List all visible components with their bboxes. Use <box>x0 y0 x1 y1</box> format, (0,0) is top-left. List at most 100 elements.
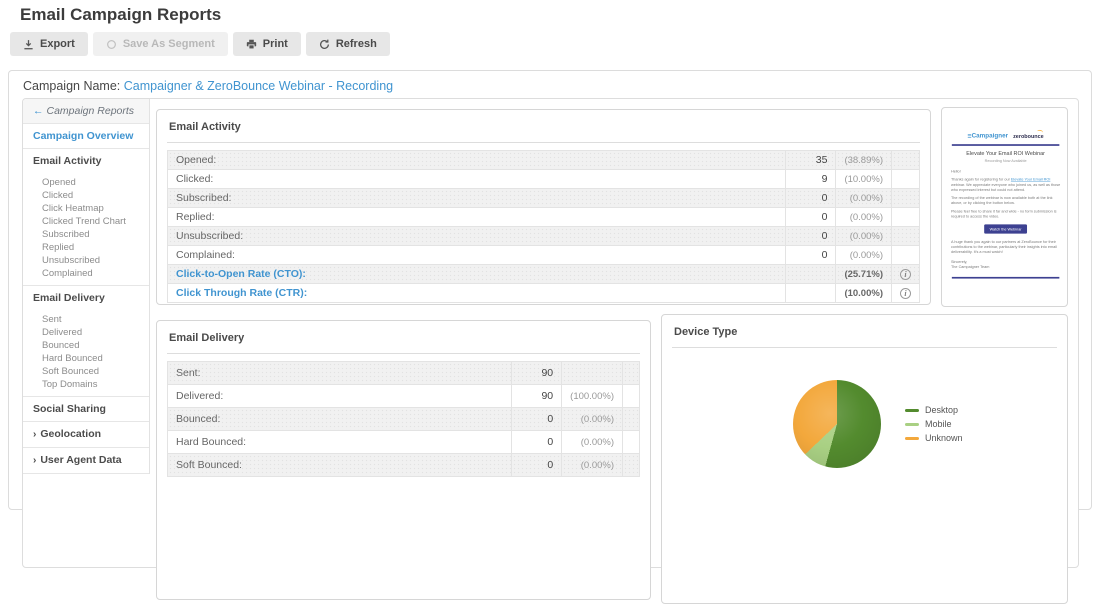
export-label: Export <box>40 38 75 50</box>
print-button[interactable]: Print <box>233 32 301 56</box>
device-type-legend: Desktop Mobile Unknown <box>905 405 963 443</box>
email-subheading: Recording Now Available <box>951 158 1060 162</box>
row-label: Delivered: <box>168 385 512 408</box>
table-row: Soft Bounced: 0 (0.00%) <box>168 454 640 477</box>
save-as-segment-button[interactable]: Save As Segment <box>93 32 228 56</box>
cto-rate-percent: (25.71%) <box>836 265 892 284</box>
export-button[interactable]: Export <box>10 32 88 56</box>
legend-swatch-unknown <box>905 437 919 440</box>
email-activity-panel: Email Activity Opened: 35 (38.89%) Click… <box>156 109 931 305</box>
email-delivery-table: Sent: 90 Delivered: 90 (100.00%) Bounced… <box>167 361 640 477</box>
sidebar-item-top-domains[interactable]: Top Domains <box>23 378 149 391</box>
legend-item-unknown[interactable]: Unknown <box>905 433 963 443</box>
table-row: Clicked: 9 (10.00%) <box>168 170 920 189</box>
email-logos: ☰Campaigner zerobounce <box>951 132 1060 139</box>
row-value: 0 <box>786 246 836 265</box>
legend-item-mobile[interactable]: Mobile <box>905 419 963 429</box>
sidebar-group-email-delivery: Sent Delivered Bounced Hard Bounced Soft… <box>23 310 149 397</box>
chevron-right-icon: › <box>33 455 36 466</box>
sidebar-back-campaign-reports[interactable]: ←Campaign Reports <box>23 99 149 124</box>
email-activity-title: Email Activity <box>167 110 920 143</box>
sidebar-section-email-activity[interactable]: Email Activity <box>23 149 149 173</box>
sidebar-item-clicked-trend-chart[interactable]: Clicked Trend Chart <box>23 215 149 228</box>
info-icon[interactable] <box>900 269 911 280</box>
row-label: Hard Bounced: <box>168 431 512 454</box>
sidebar-item-click-heatmap[interactable]: Click Heatmap <box>23 202 149 215</box>
device-type-title: Device Type <box>672 315 1057 348</box>
row-percent: (0.00%) <box>562 454 623 477</box>
sidebar-item-complained[interactable]: Complained <box>23 267 149 280</box>
email-paragraph: Thanks again for registering for our Ele… <box>951 177 1060 192</box>
sidebar-item-unsubscribed[interactable]: Unsubscribed <box>23 254 149 267</box>
refresh-label: Refresh <box>336 38 377 50</box>
row-label: Complained: <box>168 246 786 265</box>
row-label: Soft Bounced: <box>168 454 512 477</box>
email-greeting: Hello! <box>951 169 1060 174</box>
email-closing: Sincerely,The Campaigner Team <box>951 259 1060 269</box>
campaigner-logo: ☰Campaigner <box>967 132 1008 139</box>
email-delivery-title: Email Delivery <box>167 321 640 354</box>
row-value: 9 <box>786 170 836 189</box>
row-value: 35 <box>786 151 836 170</box>
legend-swatch-desktop <box>905 409 919 412</box>
email-preview-panel[interactable]: ☰Campaigner zerobounce Elevate Your Emai… <box>941 107 1068 307</box>
sidebar-item-user-agent-data[interactable]: ›User Agent Data <box>23 448 149 474</box>
watch-webinar-button[interactable]: Watch the Webinar <box>984 224 1027 233</box>
ctr-rate-link[interactable]: Click Through Rate (CTR): <box>168 284 786 303</box>
email-paragraph: Please feel free to share it far and wid… <box>951 209 1060 219</box>
legend-item-desktop[interactable]: Desktop <box>905 405 963 415</box>
report-content-box: ←Campaign Reports Campaign Overview Emai… <box>22 98 1079 568</box>
printer-icon <box>246 39 257 50</box>
refresh-icon <box>319 39 330 50</box>
toolbar: Export Save As Segment Print Refresh <box>10 32 390 56</box>
row-value: 90 <box>512 362 562 385</box>
row-percent: (10.00%) <box>836 170 892 189</box>
sidebar-item-subscribed[interactable]: Subscribed <box>23 228 149 241</box>
email-webinar-link[interactable]: Elevate Your Email ROI <box>1011 177 1051 181</box>
row-label: Subscribed: <box>168 189 786 208</box>
row-percent: (38.89%) <box>836 151 892 170</box>
table-row: Delivered: 90 (100.00%) <box>168 385 640 408</box>
row-value: 0 <box>786 227 836 246</box>
sidebar-item-campaign-overview[interactable]: Campaign Overview <box>23 124 149 149</box>
sidebar-section-email-delivery[interactable]: Email Delivery <box>23 286 149 310</box>
row-value: 0 <box>786 189 836 208</box>
row-percent: (0.00%) <box>836 208 892 227</box>
table-row: Opened: 35 (38.89%) <box>168 151 920 170</box>
info-icon[interactable] <box>900 288 911 299</box>
row-percent: (0.00%) <box>562 431 623 454</box>
row-percent: (100.00%) <box>562 385 623 408</box>
campaign-name-link[interactable]: Campaigner & ZeroBounce Webinar - Record… <box>124 79 393 93</box>
print-label: Print <box>263 38 288 50</box>
email-paragraph: A huge thank you again to our partners a… <box>951 239 1060 254</box>
sidebar-item-clicked[interactable]: Clicked <box>23 189 149 202</box>
sidebar-item-opened[interactable]: Opened <box>23 176 149 189</box>
email-activity-table: Opened: 35 (38.89%) Clicked: 9 (10.00%) … <box>167 150 920 303</box>
cto-rate-link[interactable]: Click-to-Open Rate (CTO): <box>168 265 786 284</box>
refresh-button[interactable]: Refresh <box>306 32 390 56</box>
download-icon <box>23 39 34 50</box>
row-value: 0 <box>786 208 836 227</box>
row-label: Replied: <box>168 208 786 227</box>
sidebar-item-replied[interactable]: Replied <box>23 241 149 254</box>
table-row: Click-to-Open Rate (CTO): (25.71%) <box>168 265 920 284</box>
report-card: Campaign Name: Campaigner & ZeroBounce W… <box>8 70 1092 510</box>
sidebar-section-social-sharing[interactable]: Social Sharing <box>23 397 149 422</box>
row-label: Opened: <box>168 151 786 170</box>
sidebar-item-sent[interactable]: Sent <box>23 313 149 326</box>
zerobounce-logo: zerobounce <box>1013 133 1044 139</box>
device-type-pie-chart[interactable] <box>793 380 881 468</box>
sidebar-item-bounced[interactable]: Bounced <box>23 339 149 352</box>
legend-label: Unknown <box>925 433 963 443</box>
row-label: Sent: <box>168 362 512 385</box>
circle-icon <box>106 39 117 50</box>
back-label: Campaign Reports <box>47 105 135 117</box>
sidebar-item-geolocation[interactable]: ›Geolocation <box>23 422 149 448</box>
page-title: Email Campaign Reports <box>20 5 221 25</box>
email-divider <box>952 144 1060 146</box>
sidebar-item-soft-bounced[interactable]: Soft Bounced <box>23 365 149 378</box>
sidebar-item-hard-bounced[interactable]: Hard Bounced <box>23 352 149 365</box>
table-row: Complained: 0 (0.00%) <box>168 246 920 265</box>
sidebar-item-delivered[interactable]: Delivered <box>23 326 149 339</box>
chevron-right-icon: › <box>33 429 36 440</box>
